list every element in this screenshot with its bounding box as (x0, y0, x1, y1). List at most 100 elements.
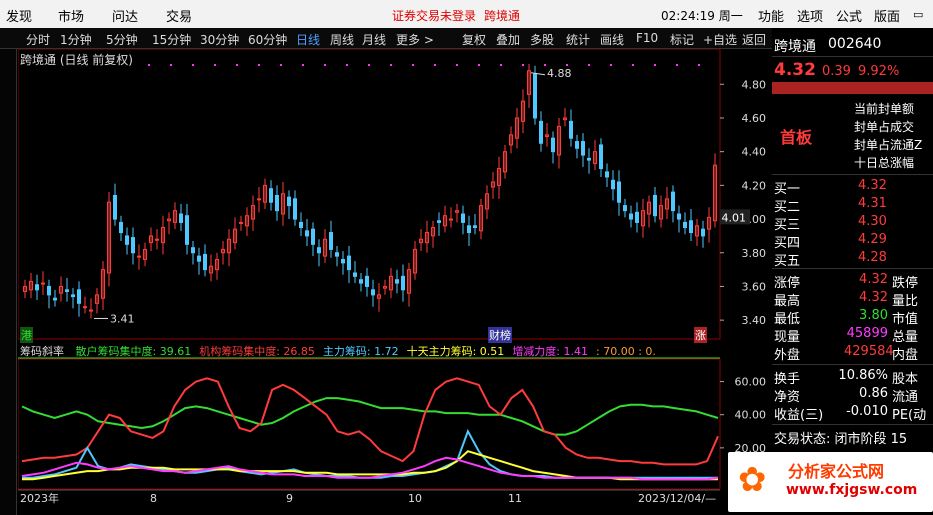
stat-value: -0.010 (846, 404, 888, 419)
stat-label: 换手 (774, 372, 801, 387)
clock: 02:24:19 周一 (661, 9, 743, 23)
event-hk-badge[interactable]: 港 (20, 327, 33, 343)
indicator-value-label: 主力筹码: 1.72 (322, 345, 399, 358)
period-daily[interactable]: 日线 (296, 31, 320, 48)
candle-body (671, 191, 675, 212)
trade-status: 交易状态: 闭市阶段 15 (774, 432, 908, 447)
period-1min[interactable]: 1分钟 (60, 31, 92, 48)
quote-value: 4.32 (859, 272, 888, 287)
stat-label-right: 流通 (892, 390, 919, 405)
menu-trade[interactable]: 交易 (166, 6, 192, 25)
tool-multi[interactable]: 多股 (530, 31, 554, 48)
event-rise-badge[interactable]: 涨 (694, 327, 707, 343)
period-monthly[interactable]: 月线 (362, 31, 386, 48)
period-tick[interactable]: 分时 (26, 31, 50, 48)
logo-flower-icon: ✿ (738, 460, 767, 500)
period-15min[interactable]: 15分钟 (152, 31, 191, 48)
login-status[interactable]: 证券交易未登录 (392, 7, 476, 24)
logo-text: 分析家公式网 (788, 462, 885, 481)
candle-body (71, 294, 75, 298)
quote-label-right: 量比 (892, 294, 919, 309)
candle-body (599, 144, 603, 170)
buy-level-price[interactable]: 4.32 (858, 178, 887, 193)
tool-f10[interactable]: F10 (636, 31, 658, 45)
left-strip[interactable] (0, 49, 17, 515)
buy-level-label: 买五 (774, 254, 801, 269)
x-axis-label: 2023年 (20, 491, 59, 505)
candle-body (617, 181, 621, 203)
logo-url: www.fxjgsw.com (786, 482, 918, 498)
menu-formula[interactable]: 公式 (836, 6, 862, 25)
limit-up-bar (772, 82, 933, 94)
buy-level-price[interactable]: 4.30 (858, 214, 887, 229)
candle-body (89, 309, 93, 312)
menu-function[interactable]: 功能 (758, 6, 784, 25)
tool-stats[interactable]: 统计 (566, 31, 590, 48)
limit-marker (610, 64, 612, 66)
quote-label-right: 市值 (892, 312, 919, 327)
limit-marker (478, 64, 480, 66)
period-30min[interactable]: 30分钟 (200, 31, 239, 48)
price-axis-label: 4.40 (742, 146, 767, 159)
limit-marker (676, 64, 678, 66)
indicator-values: 散户筹码集中度: 39.61 机构筹码集中度: 26.85 主力筹码: 1.72 十天… (68, 345, 656, 358)
quote-value: 3.80 (859, 308, 888, 323)
stat-label: 收益(三) (774, 408, 824, 423)
price-axis-label: 4.80 (742, 78, 767, 91)
candle-body (77, 289, 81, 304)
period-5min[interactable]: 5分钟 (106, 31, 138, 48)
tool-overlay[interactable]: 叠加 (496, 31, 520, 48)
event-finance-badge[interactable]: 财榜 (488, 327, 512, 343)
high-mark-label: 4.88 (547, 67, 572, 80)
limit-marker (258, 64, 260, 66)
candle-body (113, 194, 117, 220)
chart-area[interactable]: 4.80 4.60 4.40 4.20 4.00 3.80 3.60 3.40 4.88 3.41… (18, 49, 770, 512)
menu-market[interactable]: 市场 (58, 6, 84, 25)
candle-body (353, 272, 357, 277)
menu-layout[interactable]: 版面 (874, 6, 900, 25)
quote-panel: 跨境通 002640 4.32 0.39 9.92% 首板 当前封单额 封单占成… (772, 28, 933, 515)
candle-body (437, 220, 441, 223)
x-axis-label: 9 (286, 492, 293, 505)
window-control-icon[interactable]: ▭ (913, 8, 923, 21)
tool-draw[interactable]: 画线 (600, 31, 624, 48)
tool-add-watchlist[interactable]: +自选 (703, 31, 737, 48)
price-panel-frame (18, 49, 721, 340)
menu-discover[interactable]: 发现 (6, 6, 32, 25)
limit-marker (324, 64, 326, 66)
indicator-value-label: : 70.00 : 0. (596, 345, 656, 358)
candle-body (551, 137, 555, 153)
period-more[interactable]: 更多 > (396, 31, 434, 48)
candle-body (125, 235, 129, 245)
candle-body (683, 221, 687, 228)
tool-back[interactable]: 返回 (742, 31, 766, 48)
period-60min[interactable]: 60分钟 (248, 31, 287, 48)
candle-body (329, 232, 333, 250)
indicator-name[interactable]: 筹码斜率 (20, 345, 64, 358)
limit-marker (280, 64, 282, 66)
candle-body (203, 253, 207, 271)
tool-mark[interactable]: 标记 (670, 31, 694, 48)
stat-label: 净资 (774, 390, 801, 405)
seal-row-2: 封单占成交 (854, 120, 915, 134)
candle-body (119, 221, 123, 234)
indicator-axis-label: 40.00 (735, 409, 767, 422)
period-weekly[interactable]: 周线 (330, 31, 354, 48)
candle-body (575, 141, 579, 149)
tool-adjust[interactable]: 复权 (462, 31, 486, 48)
limit-marker (632, 64, 634, 66)
candle-body (155, 238, 159, 241)
buy-level-price[interactable]: 4.28 (858, 250, 887, 265)
limit-marker (346, 64, 348, 66)
candle-body (461, 213, 465, 223)
candle-body (677, 213, 681, 220)
indicator-series-line (21, 397, 719, 436)
candle-body (41, 282, 45, 285)
buy-level-price[interactable]: 4.29 (858, 232, 887, 247)
menu-options[interactable]: 选项 (797, 6, 823, 25)
limit-marker (412, 64, 414, 66)
candle-body (473, 225, 477, 228)
chart-svg[interactable]: 4.804.604.404.204.003.803.603.404.883.41… (18, 49, 770, 512)
menu-ask[interactable]: 问达 (112, 6, 138, 25)
buy-level-price[interactable]: 4.31 (858, 196, 887, 211)
